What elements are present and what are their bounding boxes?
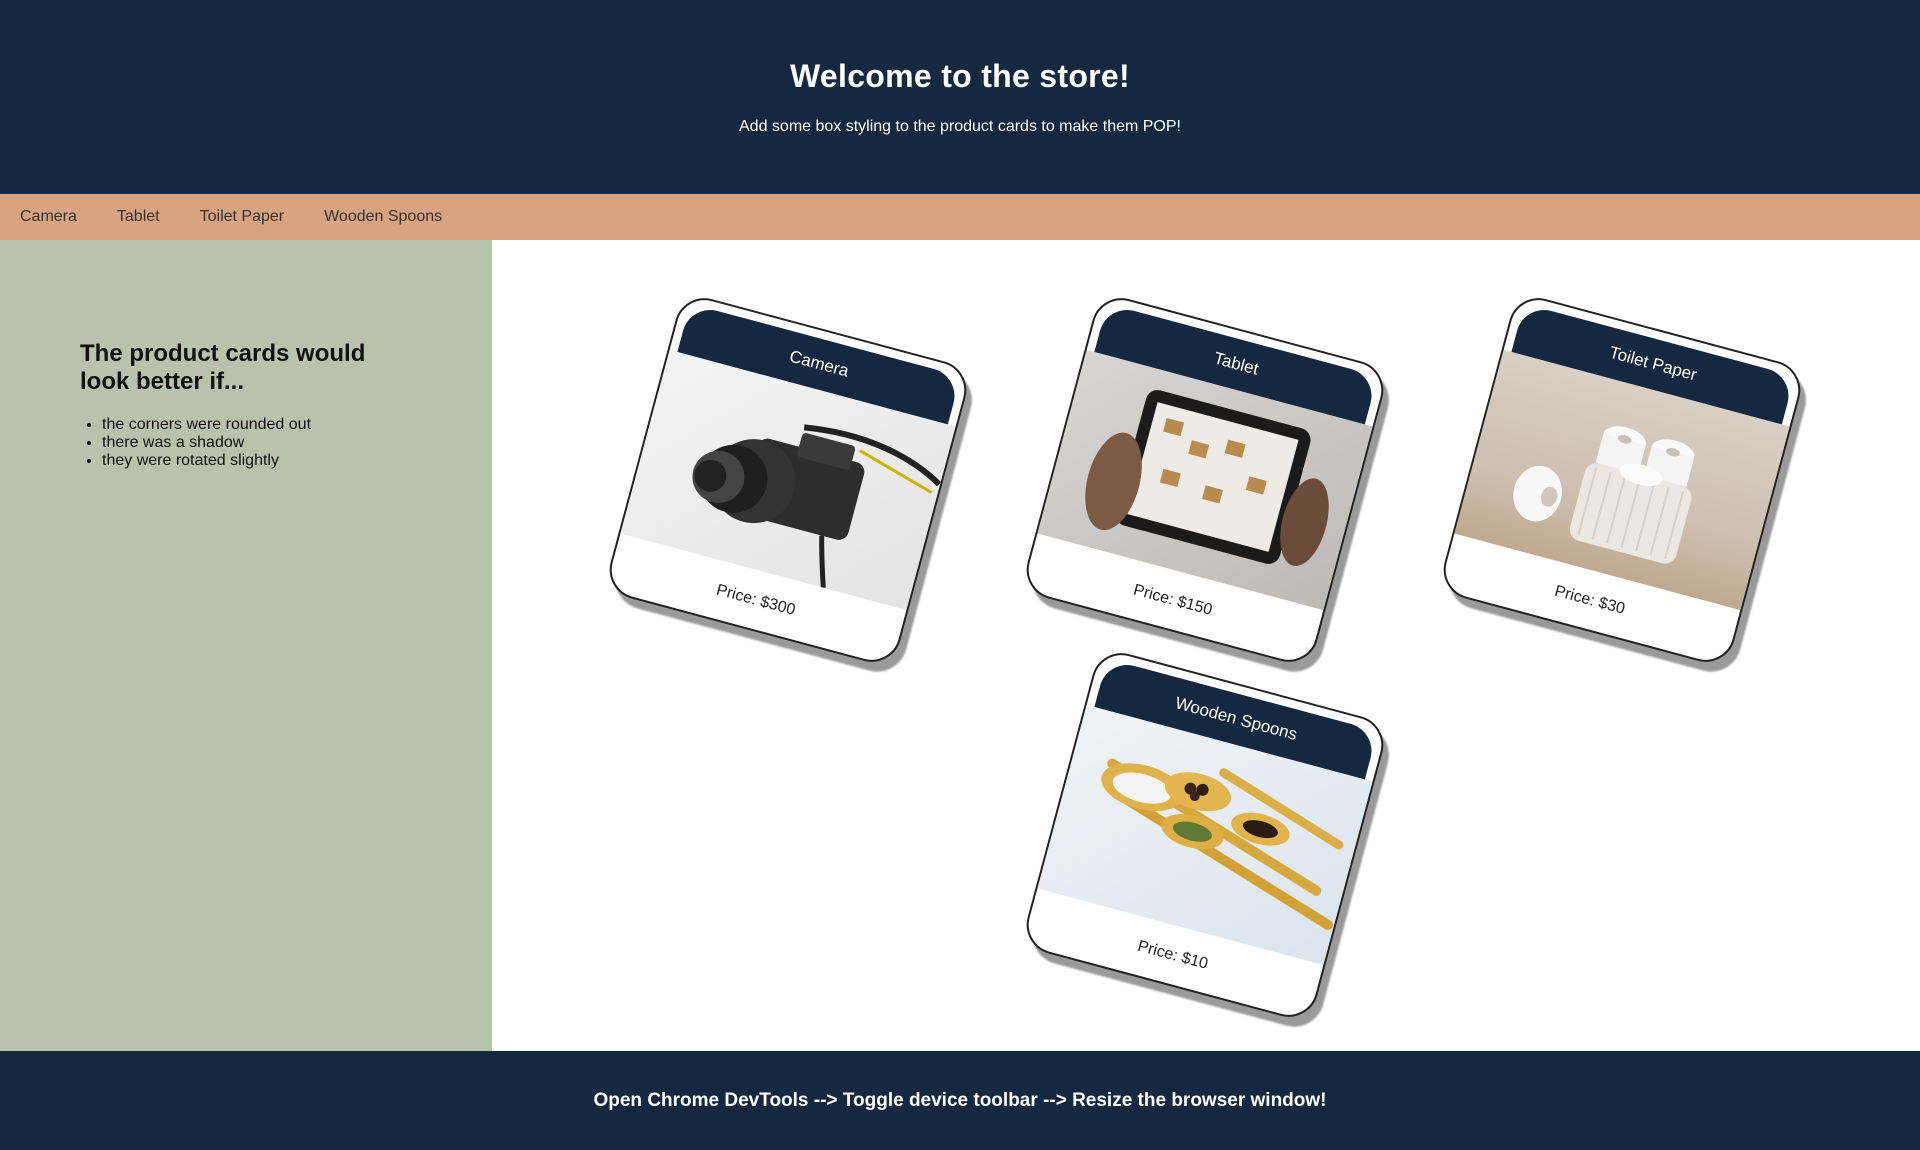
product-card-camera[interactable]: Camera Price: $300 (602, 291, 974, 669)
sidebar-heading: The product cards would look better if..… (80, 340, 366, 395)
tip-item: they were rotated slightly (102, 452, 311, 470)
product-card-wooden-spoons[interactable]: Wooden Spoons Price: $10 (1019, 646, 1391, 1024)
site-footer: Open Chrome DevTools --> Toggle device t… (0, 1051, 1920, 1150)
tip-item: there was a shadow (102, 434, 311, 452)
site-header: Welcome to the store! Add some box styli… (0, 0, 1920, 194)
page-subtitle: Add some box styling to the product card… (739, 118, 1181, 135)
tip-item: the corners were rounded out (102, 416, 311, 434)
nav-link-camera[interactable]: Camera (20, 208, 77, 226)
page-title: Welcome to the store! (790, 58, 1130, 94)
sidebar: The product cards would look better if..… (0, 240, 492, 1051)
product-grid: Camera Price: $300 Tablet Price: $150 To… (492, 240, 1920, 1051)
nav-link-wooden-spoons[interactable]: Wooden Spoons (324, 208, 442, 226)
nav-bar: Camera Tablet Toilet Paper Wooden Spoons (0, 194, 1920, 240)
footer-text: Open Chrome DevTools --> Toggle device t… (593, 1089, 1327, 1111)
product-card-tablet[interactable]: Tablet Price: $150 (1019, 291, 1391, 669)
product-card-toilet-paper[interactable]: Toilet Paper Price: $30 (1436, 291, 1808, 669)
nav-link-toilet-paper[interactable]: Toilet Paper (200, 208, 285, 226)
nav-link-tablet[interactable]: Tablet (117, 208, 160, 226)
tips-list: the corners were rounded out there was a… (102, 416, 311, 470)
